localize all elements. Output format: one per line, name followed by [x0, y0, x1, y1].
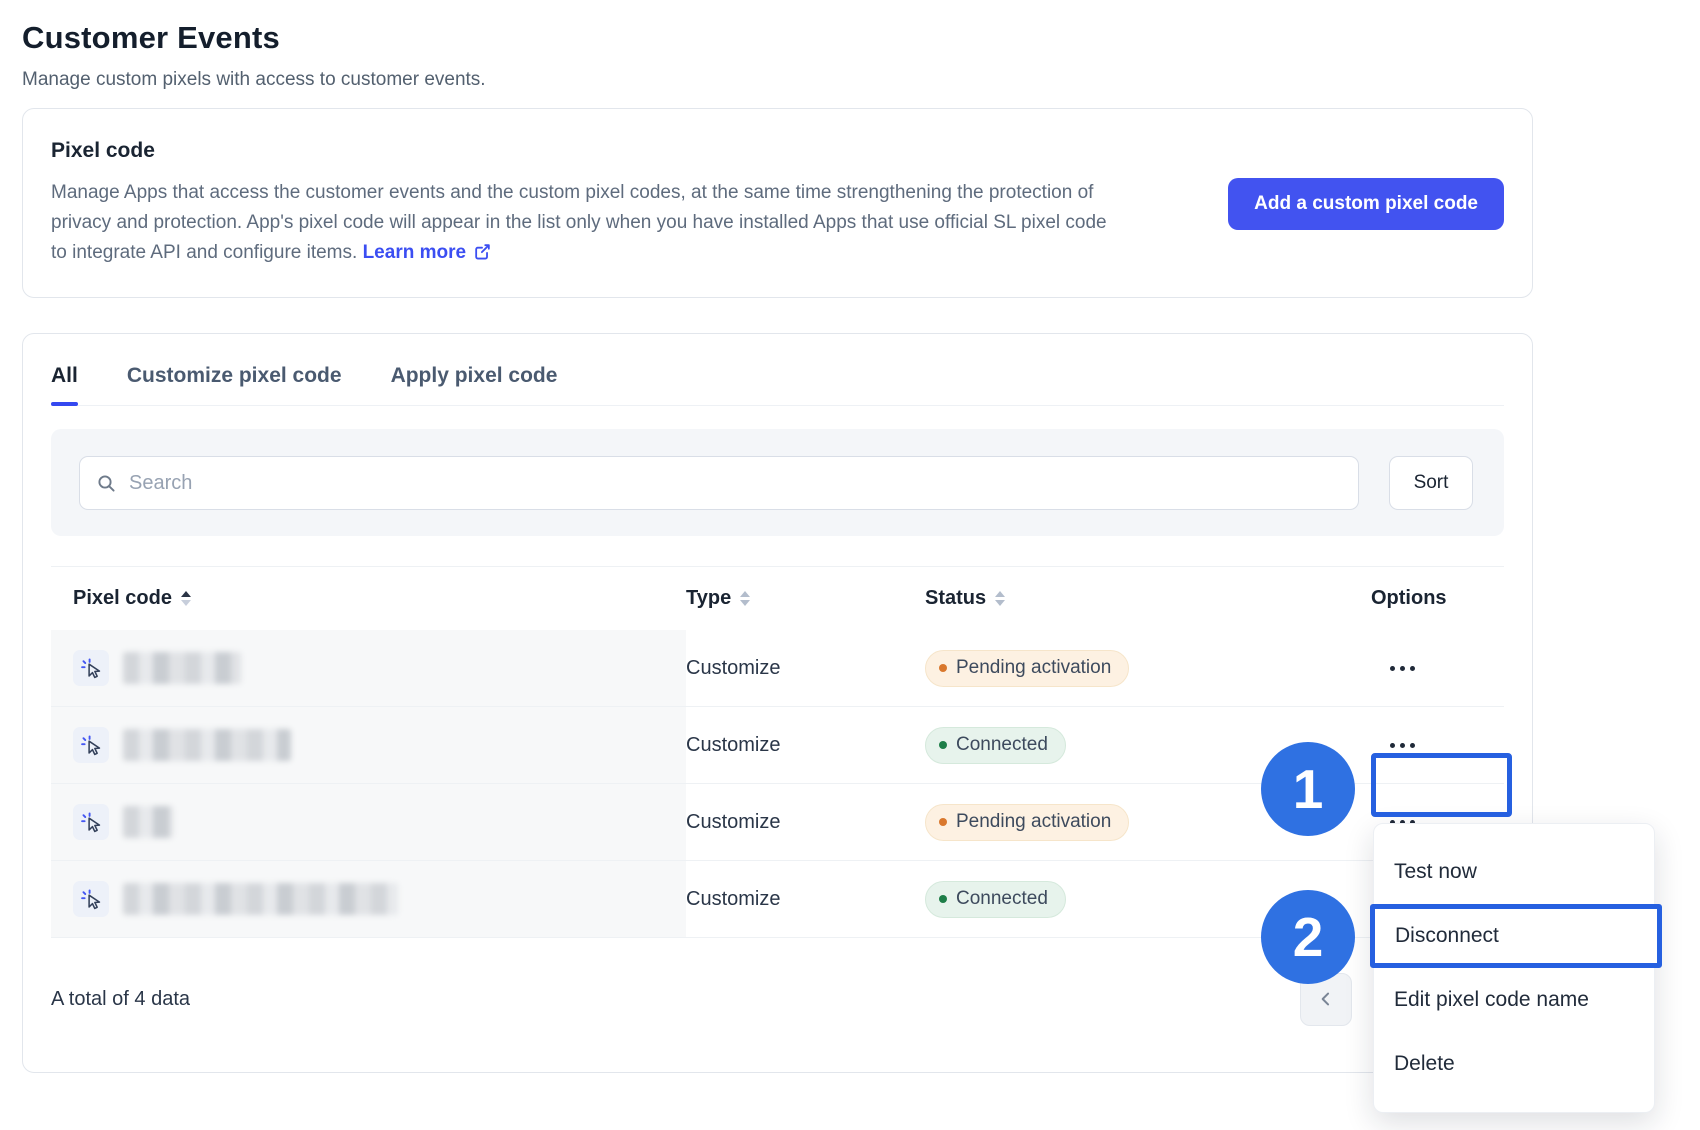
table-row: Customize Pending activation: [51, 630, 1504, 707]
customer-events-page: Customer Events Manage custom pixels wit…: [0, 0, 1700, 1130]
search-input[interactable]: [129, 472, 1342, 495]
search-icon: [96, 473, 117, 494]
status-badge: Pending activation: [925, 804, 1129, 841]
type-cell: Customize: [686, 811, 925, 834]
status-dot: [939, 664, 947, 672]
external-link-icon: [473, 242, 492, 261]
table-header-row: Pixel code Type Status Options: [51, 566, 1504, 630]
status-dot: [939, 818, 947, 826]
status-badge: Connected: [925, 881, 1066, 918]
search-box[interactable]: [79, 456, 1359, 510]
menu-item-test-now[interactable]: Test now: [1374, 840, 1654, 904]
chevron-left-icon: [1316, 989, 1336, 1009]
pixel-code-card: Pixel code Manage Apps that access the c…: [22, 108, 1533, 298]
type-cell: Customize: [686, 734, 925, 757]
column-header-type[interactable]: Type: [686, 587, 925, 610]
sort-icon: [740, 591, 750, 606]
redacted-pixel-name: [123, 729, 291, 761]
page-header: Customer Events Manage custom pixels wit…: [0, 0, 1700, 91]
page-subtitle: Manage custom pixels with access to cust…: [22, 69, 1700, 91]
annotation-step-1: 1: [1261, 742, 1355, 836]
redacted-pixel-name: [123, 883, 398, 915]
tab-customize-pixel-code[interactable]: Customize pixel code: [127, 364, 342, 405]
redacted-pixel-name: [123, 652, 241, 684]
pixel-cursor-icon: [73, 727, 109, 763]
page-title: Customer Events: [22, 20, 1700, 56]
total-count: A total of 4 data: [51, 988, 190, 1011]
type-cell: Customize: [686, 657, 925, 680]
sort-icon: [995, 591, 1005, 606]
menu-item-delete[interactable]: Delete: [1374, 1032, 1654, 1096]
column-header-status[interactable]: Status: [925, 587, 1353, 610]
learn-more-link[interactable]: Learn more: [363, 242, 492, 263]
type-cell: Customize: [686, 888, 925, 911]
tab-all[interactable]: All: [51, 364, 78, 405]
column-header-pixel-code[interactable]: Pixel code: [51, 587, 686, 610]
pixel-code-card-title: Pixel code: [51, 139, 1504, 163]
pixel-code-card-description: Manage Apps that access the customer eve…: [51, 178, 1121, 268]
menu-item-edit-pixel-code-name[interactable]: Edit pixel code name: [1374, 968, 1654, 1032]
more-options-button[interactable]: [1386, 658, 1504, 679]
sort-ascending-icon: [181, 591, 191, 606]
add-custom-pixel-code-button[interactable]: Add a custom pixel code: [1228, 178, 1504, 230]
tab-apply-pixel-code[interactable]: Apply pixel code: [391, 364, 558, 405]
redacted-pixel-name: [123, 806, 173, 838]
menu-item-disconnect[interactable]: Disconnect: [1370, 904, 1662, 968]
pixel-cursor-icon: [73, 804, 109, 840]
status-dot: [939, 741, 947, 749]
column-header-options: Options: [1353, 587, 1504, 610]
pixel-cursor-icon: [73, 650, 109, 686]
tab-bar: All Customize pixel code Apply pixel cod…: [51, 334, 1504, 406]
status-badge: Connected: [925, 727, 1066, 764]
status-dot: [939, 895, 947, 903]
pixel-cursor-icon: [73, 881, 109, 917]
search-section: Sort: [51, 429, 1504, 536]
sort-button[interactable]: Sort: [1389, 456, 1473, 510]
active-tab-underline: [51, 402, 78, 406]
annotation-box-options: [1371, 753, 1512, 817]
context-menu: Test now Disconnect Edit pixel code name…: [1373, 823, 1655, 1113]
annotation-step-2: 2: [1261, 890, 1355, 984]
status-badge: Pending activation: [925, 650, 1129, 687]
